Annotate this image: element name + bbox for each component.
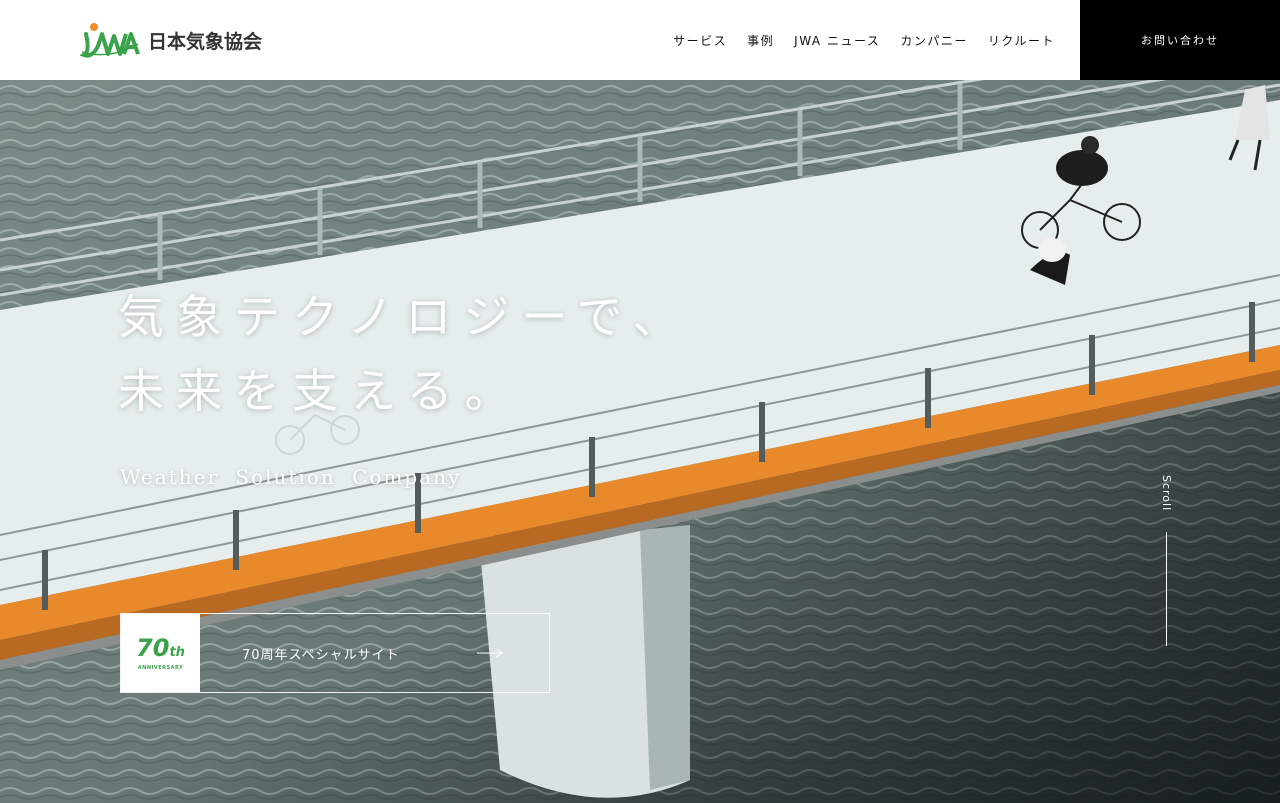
anniversary-sub: ANNIVERSARY — [137, 664, 184, 671]
scroll-line — [1166, 532, 1167, 646]
arrow-right-icon — [477, 648, 503, 658]
nav-item-cases[interactable]: 事例 — [747, 32, 774, 49]
nav-item-recruit[interactable]: リクルート — [988, 32, 1055, 49]
anniversary-badge: 70th ANNIVERSARY — [121, 614, 200, 692]
hero-headline-line1: 気象テクノロジーで、 — [118, 290, 691, 344]
scroll-indicator[interactable]: Scroll — [1157, 475, 1177, 655]
nav-item-service[interactable]: サービス — [673, 32, 727, 49]
site-logo[interactable]: 日本気象協会 — [80, 21, 262, 59]
hero-headline: 気象テクノロジーで、 未来を支える。 — [118, 280, 691, 428]
anniversary-label: 70周年スペシャルサイト — [242, 647, 400, 663]
nav-item-news[interactable]: JWA ニュース — [794, 32, 880, 49]
hero-background-image — [0, 80, 1280, 803]
anniversary-number: 70th — [136, 633, 185, 662]
hero-section: 気象テクノロジーで、 未来を支える。 Weather Solution Comp… — [0, 80, 1280, 803]
scroll-label: Scroll — [1160, 475, 1173, 512]
jwa-logo-icon — [80, 23, 140, 58]
anniversary-site-link[interactable]: 70th ANNIVERSARY 70周年スペシャルサイト — [120, 613, 550, 693]
main-nav: サービス 事例 JWA ニュース カンパニー リクルート — [653, 0, 1055, 80]
logo-text: 日本気象協会 — [148, 30, 263, 53]
nav-item-company[interactable]: カンパニー — [900, 32, 968, 49]
hero-headline-line2: 未来を支える。 — [118, 364, 523, 418]
site-header: 日本気象協会 サービス 事例 JWA ニュース カンパニー リクルート お問い合… — [0, 0, 1280, 80]
contact-button[interactable]: お問い合わせ — [1080, 0, 1280, 80]
hero-tagline: Weather Solution Company — [120, 465, 462, 489]
